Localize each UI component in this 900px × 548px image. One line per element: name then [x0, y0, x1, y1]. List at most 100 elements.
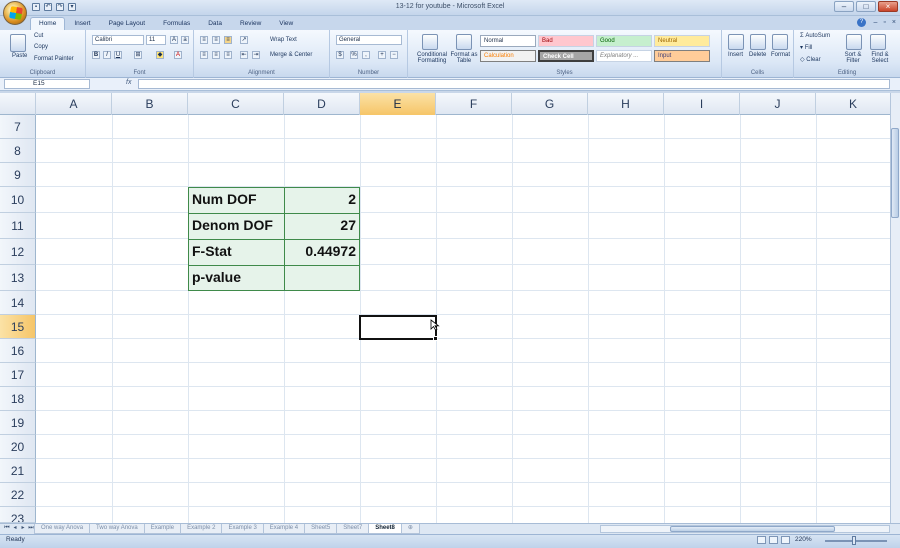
sheet-tab[interactable]: Sheet5: [304, 524, 338, 534]
select-all-corner[interactable]: [0, 93, 36, 115]
autosum-button[interactable]: Σ AutoSum: [800, 33, 830, 39]
style-normal[interactable]: Normal: [480, 35, 536, 47]
sort-filter-button[interactable]: Sort & Filter: [840, 52, 866, 64]
column-header[interactable]: G: [512, 93, 588, 115]
column-header[interactable]: I: [664, 93, 740, 115]
merge-center-button[interactable]: Merge & Center: [270, 52, 312, 58]
row-header[interactable]: 23: [0, 507, 36, 523]
comma-icon[interactable]: ,: [362, 51, 370, 59]
column-header[interactable]: B: [112, 93, 188, 115]
row-header[interactable]: 22: [0, 483, 36, 507]
conditional-formatting-icon[interactable]: [422, 34, 438, 50]
find-select-icon[interactable]: [870, 34, 886, 50]
tab-review[interactable]: Review: [231, 17, 270, 30]
increase-decimal-icon[interactable]: +: [378, 51, 386, 59]
row-header[interactable]: 19: [0, 411, 36, 435]
align-left-icon[interactable]: ≡: [200, 51, 208, 59]
tab-formulas[interactable]: Formulas: [154, 17, 199, 30]
copy-button[interactable]: Copy: [34, 44, 48, 50]
insert-button[interactable]: Insert: [728, 52, 743, 58]
cell-d13[interactable]: [284, 265, 360, 291]
format-as-table-button[interactable]: Format as Table: [448, 52, 480, 64]
cell-c12[interactable]: F-Stat: [188, 239, 285, 266]
normal-view-icon[interactable]: [757, 536, 766, 544]
zoom-slider[interactable]: [825, 540, 887, 542]
active-cell-e15[interactable]: [359, 315, 437, 340]
font-color-icon[interactable]: A: [174, 51, 182, 59]
paste-button[interactable]: Paste: [12, 53, 27, 59]
fill-color-icon[interactable]: ◆: [156, 51, 164, 59]
column-header[interactable]: F: [436, 93, 512, 115]
find-select-button[interactable]: Find & Select: [866, 52, 894, 64]
column-header[interactable]: A: [36, 93, 112, 115]
office-button[interactable]: [3, 1, 27, 25]
help-icon[interactable]: ?: [857, 18, 866, 27]
row-header[interactable]: 12: [0, 239, 36, 265]
conditional-formatting-button[interactable]: Conditional Formatting: [412, 52, 452, 64]
row-header[interactable]: 14: [0, 291, 36, 315]
tab-insert[interactable]: Insert: [65, 17, 99, 30]
insert-function-icon[interactable]: fx: [126, 79, 131, 86]
redo-icon[interactable]: ↷: [56, 3, 64, 11]
workbook-restore-icon[interactable]: ▫: [883, 19, 885, 26]
workbook-minimize-icon[interactable]: –: [874, 19, 878, 26]
align-right-icon[interactable]: ≡: [224, 51, 232, 59]
tab-view[interactable]: View: [270, 17, 302, 30]
zoom-slider-knob[interactable]: [852, 536, 856, 545]
sheet-tab[interactable]: Sheet7: [336, 524, 370, 534]
bold-icon[interactable]: B: [92, 51, 100, 59]
tab-data[interactable]: Data: [199, 17, 231, 30]
format-painter-button[interactable]: Format Painter: [34, 56, 74, 62]
row-header[interactable]: 17: [0, 363, 36, 387]
row-header[interactable]: 18: [0, 387, 36, 411]
row-header[interactable]: 8: [0, 139, 36, 163]
style-calculation[interactable]: Calculation: [480, 50, 536, 62]
font-name-select[interactable]: Calibri: [92, 35, 144, 45]
next-sheet-icon[interactable]: ▸: [20, 525, 26, 532]
column-header[interactable]: J: [740, 93, 816, 115]
row-header[interactable]: 20: [0, 435, 36, 459]
shrink-font-icon[interactable]: a: [181, 36, 189, 44]
delete-cells-icon[interactable]: [750, 34, 766, 50]
row-header[interactable]: 16: [0, 339, 36, 363]
underline-icon[interactable]: U: [114, 51, 122, 59]
sheet-tab[interactable]: Example: [143, 524, 182, 534]
currency-icon[interactable]: $: [336, 51, 344, 59]
style-check-cell[interactable]: Check Cell: [538, 50, 594, 62]
sheet-tab[interactable]: Two way Anova: [89, 524, 145, 534]
column-header[interactable]: D: [284, 93, 360, 115]
grow-font-icon[interactable]: A: [170, 36, 178, 44]
decrease-indent-icon[interactable]: ⇤: [240, 51, 248, 59]
sheet-tab[interactable]: Example 2: [180, 524, 223, 534]
cell-d11[interactable]: 27: [284, 213, 360, 240]
row-header[interactable]: 21: [0, 459, 36, 483]
font-size-select[interactable]: 11: [146, 35, 166, 45]
row-header[interactable]: 11: [0, 213, 36, 239]
delete-button[interactable]: Delete: [749, 52, 766, 58]
page-break-view-icon[interactable]: [781, 536, 790, 544]
row-header-selected[interactable]: 15: [0, 315, 36, 339]
column-header[interactable]: C: [188, 93, 284, 115]
wrap-text-button[interactable]: Wrap Text: [270, 37, 297, 43]
fill-button[interactable]: ▾ Fill: [800, 44, 812, 51]
first-sheet-icon[interactable]: ⏮: [4, 525, 10, 532]
row-header[interactable]: 9: [0, 163, 36, 187]
style-bad[interactable]: Bad: [538, 35, 594, 47]
cell-d12[interactable]: 0.44972: [284, 239, 360, 266]
borders-icon[interactable]: ⊞: [134, 51, 142, 59]
format-cells-icon[interactable]: [772, 34, 788, 50]
worksheet-grid[interactable]: A B C D E F G H I J K 7 8 9 10 11 12 13 …: [0, 93, 890, 523]
workbook-close-icon[interactable]: ×: [892, 19, 896, 26]
align-center-icon[interactable]: ≡: [212, 51, 220, 59]
increase-indent-icon[interactable]: ⇥: [252, 51, 260, 59]
cell-d10[interactable]: 2: [284, 187, 360, 214]
percent-icon[interactable]: %: [350, 51, 358, 59]
close-icon[interactable]: ×: [878, 1, 898, 12]
column-header[interactable]: H: [588, 93, 664, 115]
paste-icon[interactable]: [10, 34, 26, 52]
page-layout-view-icon[interactable]: [769, 536, 778, 544]
fill-handle[interactable]: [433, 336, 438, 341]
tab-home[interactable]: Home: [30, 17, 66, 30]
cell-c13[interactable]: p-value: [188, 265, 285, 291]
minimize-icon[interactable]: –: [834, 1, 854, 12]
